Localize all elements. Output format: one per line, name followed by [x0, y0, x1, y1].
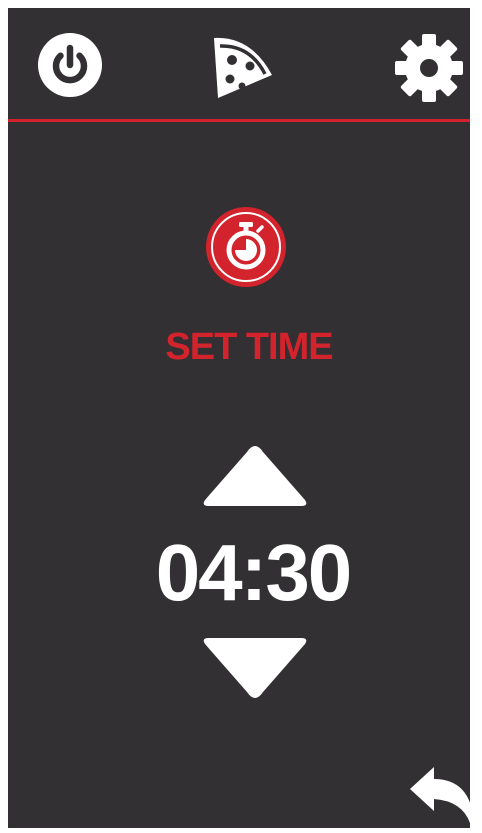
- mode-label: SET TIME: [165, 326, 333, 368]
- time-display: 04:30: [155, 528, 353, 617]
- decrease-time-button[interactable]: [199, 636, 311, 702]
- header-divider: [8, 119, 470, 122]
- settings-button[interactable]: [393, 32, 465, 104]
- oven-screen: SET TIME 04:30: [8, 8, 474, 828]
- power-button[interactable]: [37, 32, 103, 98]
- increase-time-button[interactable]: [199, 442, 311, 508]
- triangle-down-icon: [203, 638, 307, 698]
- top-bar: [8, 8, 470, 119]
- pizza-button[interactable]: [206, 30, 278, 102]
- back-button[interactable]: [408, 765, 478, 827]
- gear-icon: [395, 34, 463, 102]
- triangle-up-icon: [203, 446, 307, 506]
- pizza-icon: [214, 37, 272, 98]
- power-icon: [38, 33, 102, 97]
- stopwatch-icon: [206, 207, 286, 287]
- mode-badge: [205, 206, 287, 288]
- back-arrow-icon: [410, 767, 474, 824]
